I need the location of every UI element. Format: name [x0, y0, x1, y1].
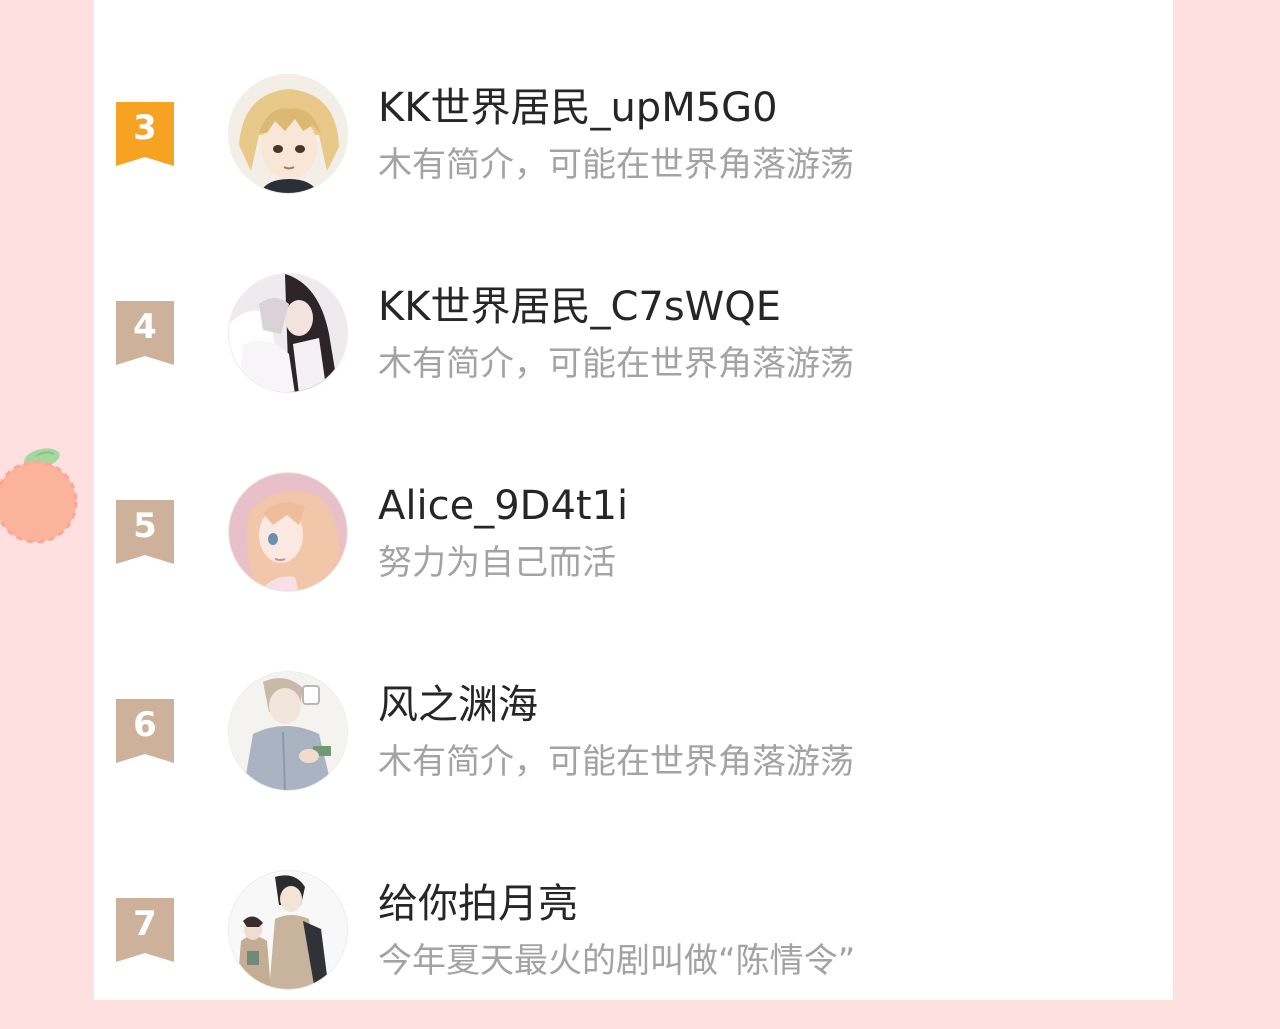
rank-number: 4: [133, 307, 157, 347]
user-avatar[interactable]: [228, 74, 348, 194]
user-bio: 努力为自己而活: [378, 543, 616, 583]
rank-badge: 7: [116, 898, 174, 962]
peach-decoration: [0, 446, 86, 550]
blonde-anime-boy-avatar: [229, 75, 347, 193]
boy-and-girl-jackets-avatar: [229, 871, 347, 989]
user-name: 给你拍月亮: [378, 881, 578, 927]
anime-couple-white-robes-avatar: [229, 274, 347, 392]
sketch-man-drinking-avatar: [229, 672, 347, 790]
user-avatar[interactable]: [228, 870, 348, 990]
ranking-row-5[interactable]: 5 Alice_9D4t1i 努力为自己而活: [94, 432, 1173, 631]
user-bio: 木有简介，可能在世界角落游荡: [378, 344, 854, 384]
rank-badge: 6: [116, 699, 174, 763]
ranking-panel: 3 KK世界居民_upM5G0 木有简介，可能在世界角落游荡 4 KK世界居民_…: [94, 0, 1173, 1000]
rank-number: 3: [133, 108, 157, 148]
rank-number: 5: [133, 506, 157, 546]
user-avatar[interactable]: [228, 273, 348, 393]
user-avatar[interactable]: [228, 671, 348, 791]
user-name: 风之渊海: [378, 682, 538, 728]
user-name: KK世界居民_upM5G0: [378, 85, 778, 131]
ranking-row-3[interactable]: 3 KK世界居民_upM5G0 木有简介，可能在世界角落游荡: [94, 34, 1173, 233]
user-name: KK世界居民_C7sWQE: [378, 284, 781, 330]
user-bio: 木有简介，可能在世界角落游荡: [378, 742, 854, 782]
user-name: Alice_9D4t1i: [378, 483, 629, 529]
ranking-row-4[interactable]: 4 KK世界居民_C7sWQE 木有简介，可能在世界角落游荡: [94, 233, 1173, 432]
rank-number: 7: [133, 904, 157, 944]
user-bio: 木有简介，可能在世界角落游荡: [378, 145, 854, 185]
rank-badge: 3: [116, 102, 174, 166]
rank-number: 6: [133, 705, 157, 745]
peach-icon: [0, 448, 78, 544]
rank-badge: 5: [116, 500, 174, 564]
ranking-row-6[interactable]: 6 风之渊海 木有简介，可能在世界角落游荡: [94, 631, 1173, 830]
user-bio: 今年夏天最火的剧叫做“陈情令”: [378, 941, 856, 981]
user-avatar[interactable]: [228, 472, 348, 592]
pink-haired-anime-girl-avatar: [229, 473, 347, 591]
rank-badge: 4: [116, 301, 174, 365]
ranking-row-7[interactable]: 7 给你拍月亮 今年夏天最火的剧叫做“陈情令”: [94, 830, 1173, 1029]
